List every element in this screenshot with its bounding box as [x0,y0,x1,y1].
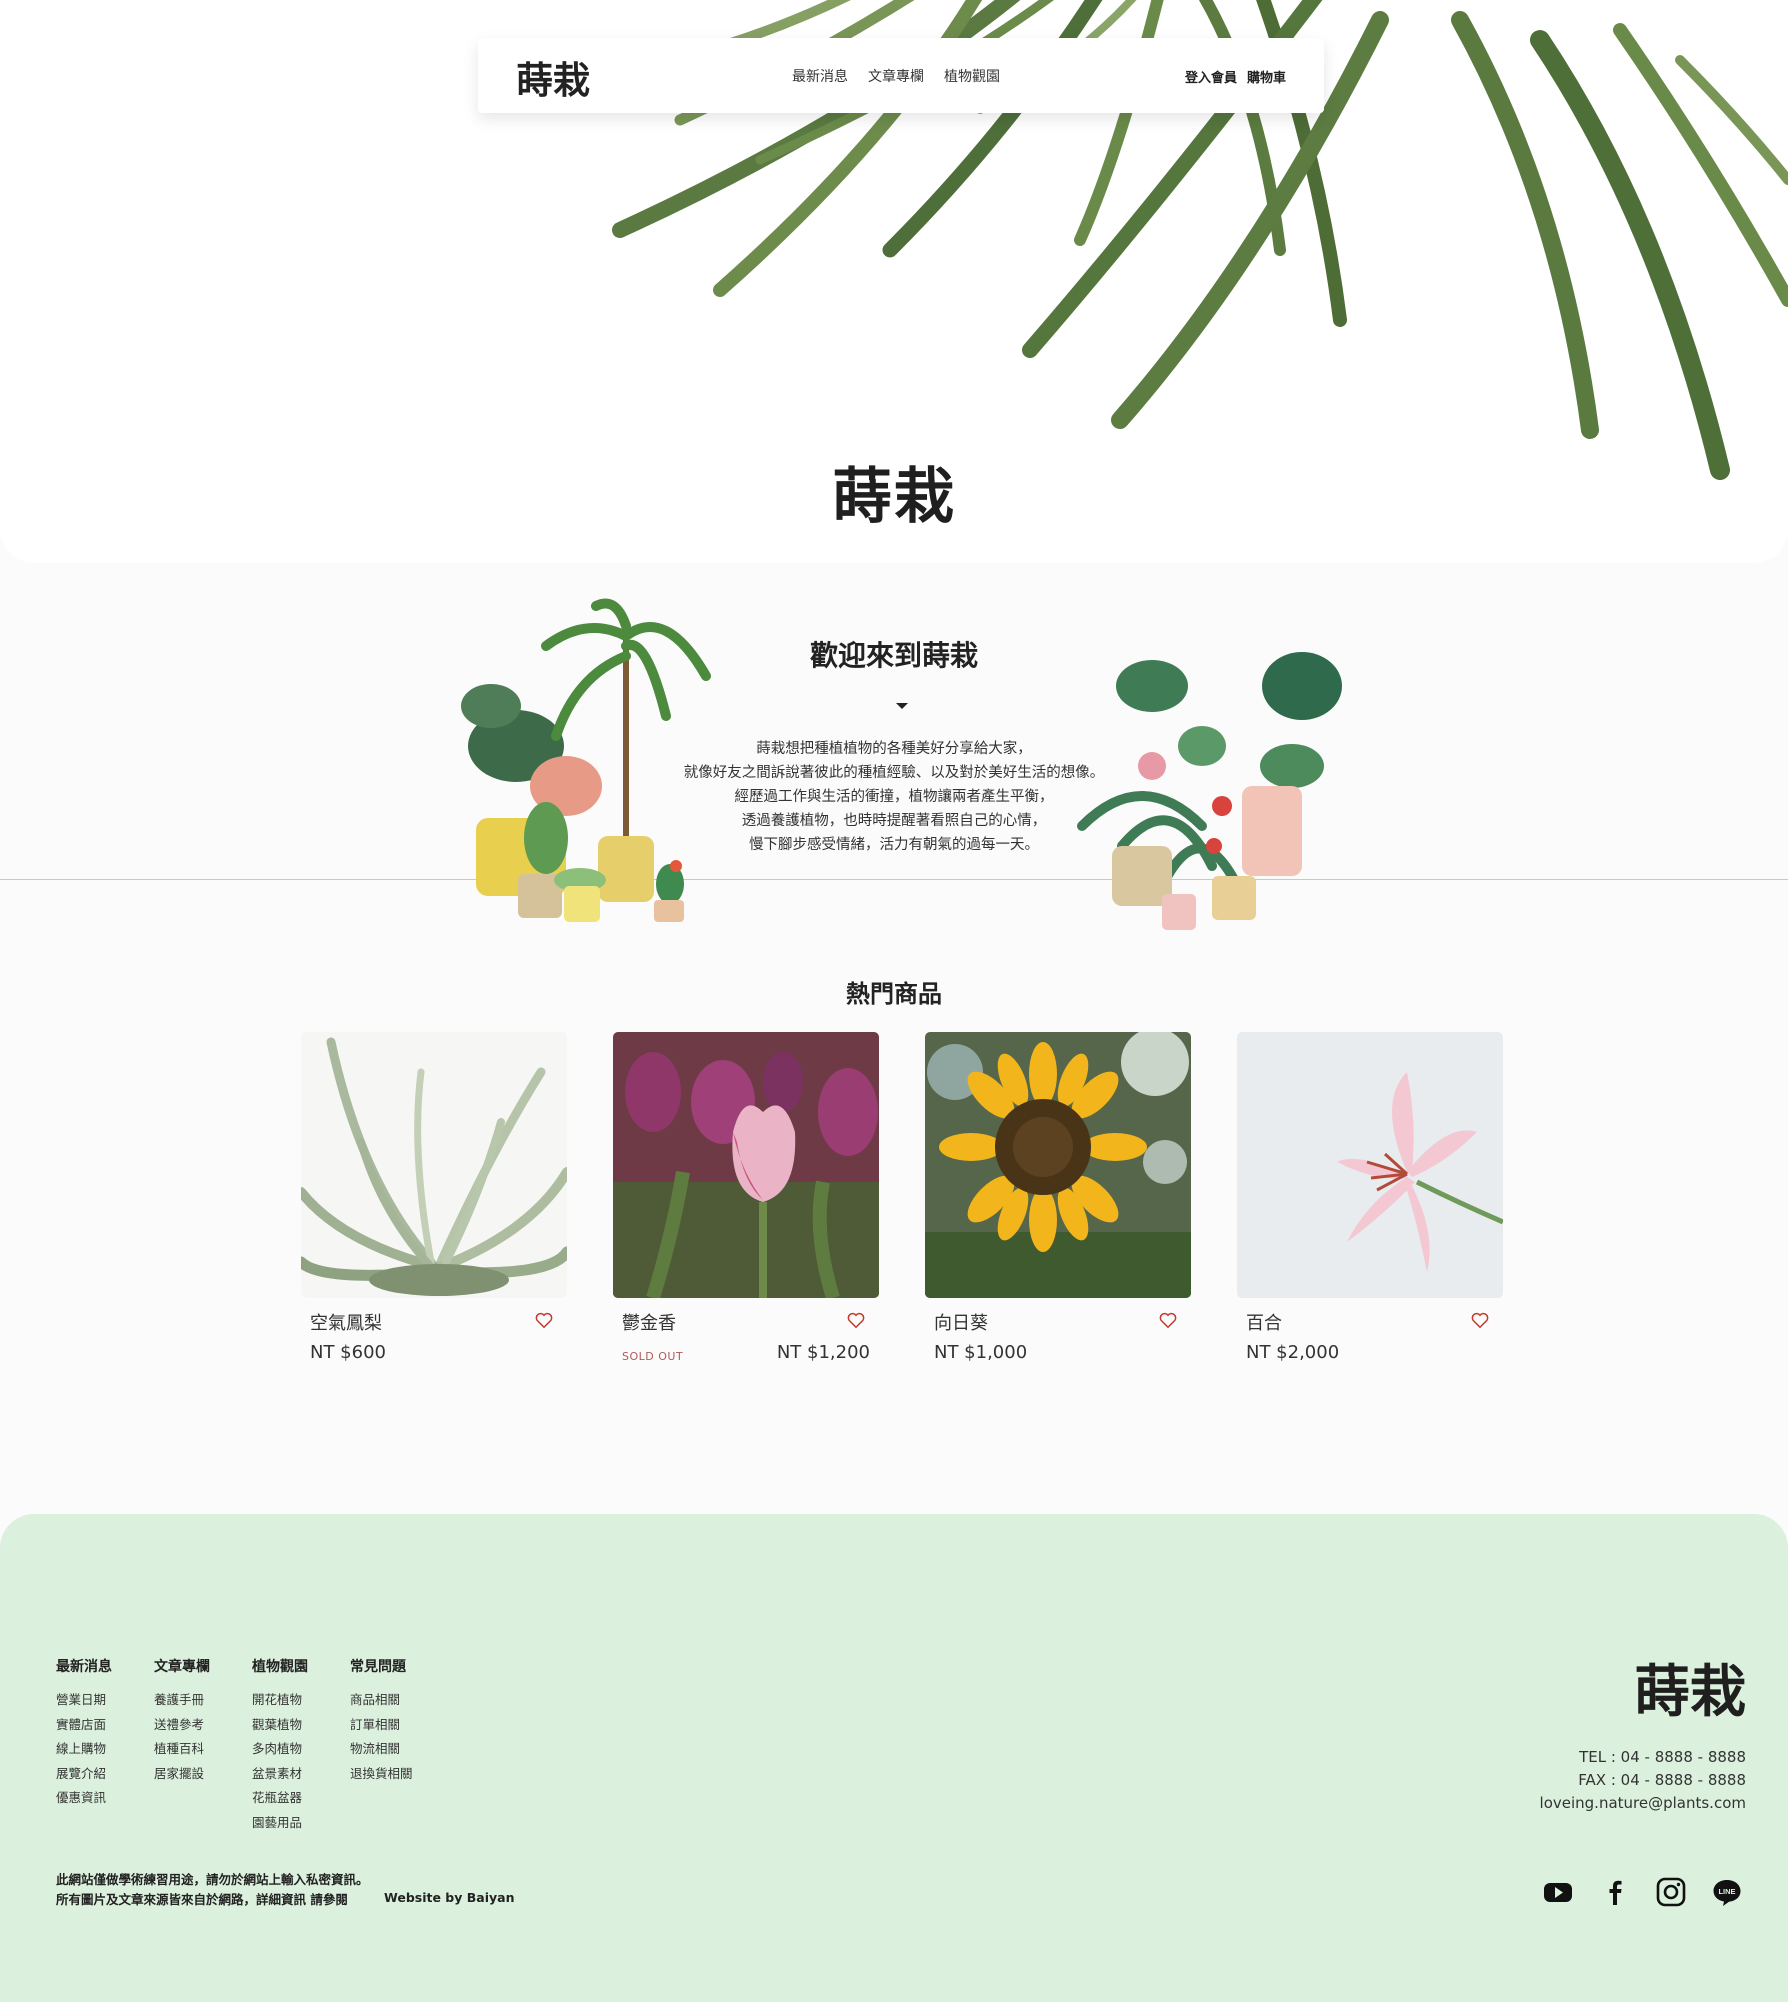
svg-text:LINE: LINE [1718,1887,1735,1896]
site-footer: 最新消息 營業日期 實體店面 線上購物 展覽介紹 優惠資訊 文章專欄 養護手冊 … [0,1514,1788,2002]
footer-link[interactable]: 花瓶盆器 [252,1786,308,1811]
disclaimer-line[interactable]: 所有圖片及文章來源皆來自於網路，詳細資訊 請參閱 [56,1890,369,1910]
caret-down-icon [896,703,908,709]
sold-out-badge: SOLD OUT [622,1350,684,1363]
footer-link[interactable]: 商品相關 [350,1688,413,1713]
footer-contact: TEL : 04 - 8888 - 8888 FAX : 04 - 8888 -… [1540,1746,1746,1815]
top-navbar: 蒔栽 最新消息 文章專欄 植物觀園 登入會員 購物車 [478,38,1324,113]
footer-link[interactable]: 展覽介紹 [56,1762,112,1787]
main-nav: 最新消息 文章專欄 植物觀園 [792,66,1000,86]
footer-column-garden: 植物觀園 開花植物 觀葉植物 多肉植物 盆景素材 花瓶盆器 園藝用品 [252,1656,308,1835]
footer-credit: Website by Baiyan [384,1890,515,1905]
site-logo[interactable]: 蒔栽 [516,50,590,104]
nav-link-news[interactable]: 最新消息 [792,66,848,86]
footer-link[interactable]: 觀葉植物 [252,1713,308,1738]
cart-link[interactable]: 購物車 [1247,67,1286,86]
product-name[interactable]: 百合 [1246,1309,1282,1335]
footer-logo[interactable]: 蒔栽 [1634,1647,1746,1728]
footer-link[interactable]: 退換貨相關 [350,1762,413,1787]
footer-link[interactable]: 物流相關 [350,1737,413,1762]
footer-tel: TEL : 04 - 8888 - 8888 [1579,1748,1746,1766]
divider-line [0,879,1788,880]
login-link[interactable]: 登入會員 [1185,67,1237,86]
footer-link[interactable]: 優惠資訊 [56,1786,112,1811]
nav-link-garden[interactable]: 植物觀園 [944,66,1000,86]
instagram-icon[interactable] [1656,1877,1686,1907]
line-icon[interactable]: LINE [1712,1877,1742,1907]
footer-link[interactable]: 營業日期 [56,1688,112,1713]
footer-link[interactable]: 植種百科 [154,1737,210,1762]
footer-column-title[interactable]: 最新消息 [56,1656,112,1676]
footer-column-news: 最新消息 營業日期 實體店面 線上購物 展覽介紹 優惠資訊 [56,1656,112,1811]
footer-column-title[interactable]: 植物觀園 [252,1656,308,1676]
product-image-tulip[interactable] [613,1032,879,1298]
product-price: NT $1,000 [934,1342,1028,1363]
heart-icon[interactable] [1471,1312,1489,1329]
footer-link[interactable]: 園藝用品 [252,1811,308,1836]
footer-link[interactable]: 送禮參考 [154,1713,210,1738]
footer-email[interactable]: loveing.nature@plants.com [1540,1792,1746,1815]
footer-link[interactable]: 多肉植物 [252,1737,308,1762]
footer-column-faq: 常見問題 商品相關 訂單相關 物流相關 退換貨相關 [350,1656,413,1786]
footer-link[interactable]: 養護手冊 [154,1688,210,1713]
product-image-air-plant[interactable] [301,1032,567,1298]
welcome-title: 歡迎來到蒔栽 [809,639,978,672]
footer-link[interactable]: 實體店面 [56,1713,112,1738]
popular-products-title: 熱門商品 [846,979,942,1008]
footer-link[interactable]: 訂單相關 [350,1713,413,1738]
heart-icon[interactable] [535,1312,553,1329]
heart-icon[interactable] [1159,1312,1177,1329]
account-nav: 登入會員 購物車 [1185,67,1286,86]
disclaimer-line: 此網站僅做學術練習用途，請勿於網站上輸入私密資訊。 [56,1872,369,1887]
footer-disclaimer: 此網站僅做學術練習用途，請勿於網站上輸入私密資訊。 所有圖片及文章來源皆來自於網… [56,1870,369,1910]
product-price: NT $2,000 [1246,1342,1340,1363]
footer-column-title[interactable]: 文章專欄 [154,1656,210,1676]
youtube-icon[interactable] [1543,1877,1573,1907]
footer-link[interactable]: 居家擺設 [154,1762,210,1787]
product-price: NT $1,200 [776,1342,870,1363]
nav-link-articles[interactable]: 文章專欄 [868,66,924,86]
product-name[interactable]: 向日葵 [934,1309,988,1335]
footer-link[interactable]: 線上購物 [56,1737,112,1762]
footer-fax: FAX : 04 - 8888 - 8888 [1578,1771,1746,1789]
facebook-icon[interactable] [1600,1877,1630,1907]
footer-link[interactable]: 盆景素材 [252,1762,308,1787]
footer-column-title[interactable]: 常見問題 [350,1656,413,1676]
product-image-sunflower[interactable] [925,1032,1191,1298]
footer-column-articles: 文章專欄 養護手冊 送禮參考 植種百科 居家擺設 [154,1656,210,1786]
hero-title: 蒔栽 [832,462,956,532]
potted-plants-right-illustration [1077,652,1342,930]
product-card[interactable]: 空氣鳳梨 NT $600 [301,1032,567,1363]
product-image-lily[interactable] [1237,1032,1503,1298]
heart-icon[interactable] [847,1312,865,1329]
footer-link[interactable]: 開花植物 [252,1688,308,1713]
product-card[interactable]: 向日葵 NT $1,000 [925,1032,1191,1363]
product-card[interactable]: 鬱金香 SOLD OUT NT $1,200 [613,1032,879,1363]
product-name[interactable]: 鬱金香 [622,1309,676,1335]
product-price: NT $600 [310,1342,386,1363]
product-name[interactable]: 空氣鳳梨 [310,1309,382,1335]
product-card[interactable]: 百合 NT $2,000 [1237,1032,1503,1363]
